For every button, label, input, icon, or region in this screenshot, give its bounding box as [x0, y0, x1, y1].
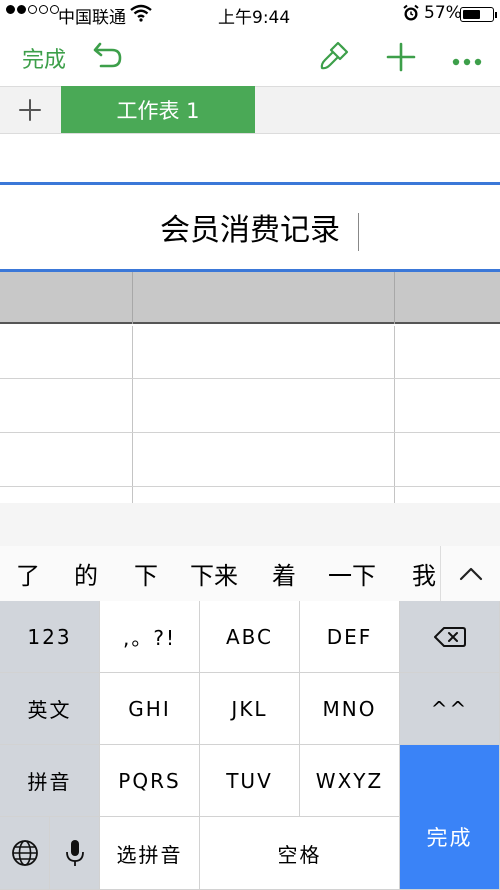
candidate-word[interactable]: 的 — [74, 546, 98, 601]
key-mno[interactable]: MNO — [300, 673, 400, 745]
space-key[interactable]: 空格 — [200, 817, 400, 890]
more-icon[interactable] — [452, 52, 482, 71]
row-divider — [0, 378, 500, 379]
battery-percent: 57% — [424, 3, 462, 23]
status-bar: 中国联通 上午9:44 57% — [0, 0, 500, 28]
key-jkl[interactable]: JKL — [200, 673, 300, 745]
table-header-row[interactable] — [0, 272, 500, 324]
candidate-word[interactable]: 了 — [16, 546, 40, 601]
candidate-word[interactable]: 我 — [412, 546, 436, 601]
microphone-key[interactable] — [50, 817, 100, 890]
column-divider — [132, 326, 133, 503]
chevron-up-icon[interactable] — [440, 546, 500, 601]
done-button[interactable]: 完成 — [22, 42, 66, 74]
backspace-icon — [433, 626, 466, 647]
row-divider — [0, 432, 500, 433]
title-cell[interactable]: 会员消费记录 — [0, 185, 500, 269]
plus-icon[interactable] — [386, 42, 416, 76]
text-caret — [358, 213, 359, 251]
key-select-pinyin[interactable]: 选拼音 — [100, 817, 200, 890]
wifi-icon — [130, 4, 152, 27]
key-ghi[interactable]: GHI — [100, 673, 200, 745]
clock-time: 上午9:44 — [218, 8, 291, 28]
paintbrush-icon[interactable] — [318, 40, 350, 76]
row-divider — [0, 486, 500, 487]
key-wxyz[interactable]: WXYZ — [300, 745, 400, 817]
key-tuv[interactable]: TUV — [200, 745, 300, 817]
key-123[interactable]: 123 — [0, 601, 100, 673]
battery-icon — [460, 7, 497, 22]
key-abc[interactable]: ABC — [200, 601, 300, 673]
key-english[interactable]: 英文 — [0, 673, 100, 745]
key-punctuation[interactable]: ,。?! — [100, 601, 200, 673]
globe-key[interactable] — [0, 817, 50, 890]
alarm-icon — [402, 4, 420, 27]
key-emoticon[interactable]: ^^ — [400, 673, 500, 745]
keyboard-done-button[interactable]: 完成 — [400, 745, 500, 890]
signal-icon — [6, 5, 59, 14]
table-body[interactable] — [0, 326, 500, 503]
microphone-icon — [65, 840, 84, 866]
tab-sheet-1[interactable]: 工作表 1 — [61, 86, 255, 133]
header-divider — [394, 272, 395, 324]
candidate-word[interactable]: 着 — [272, 546, 296, 601]
keyboard-accessory-bar — [0, 503, 500, 546]
key-pinyin[interactable]: 拼音 — [0, 745, 100, 817]
column-divider — [394, 326, 395, 503]
candidate-bar: 了 的 下 下来 着 一下 我 — [0, 546, 440, 601]
candidate-word[interactable]: 下 — [134, 546, 158, 601]
keyboard: 123 ,。?! ABC DEF 英文 GHI JKL MNO ^^ 拼音 PQ… — [0, 601, 500, 890]
add-sheet-button[interactable] — [0, 86, 60, 134]
carrier-label: 中国联通 — [58, 8, 126, 28]
candidate-word[interactable]: 一下 — [328, 546, 376, 601]
key-pqrs[interactable]: PQRS — [100, 745, 200, 817]
undo-icon[interactable] — [92, 40, 124, 74]
globe-icon — [11, 840, 38, 866]
delete-key[interactable] — [400, 601, 500, 673]
key-def[interactable]: DEF — [300, 601, 400, 673]
candidate-word[interactable]: 下来 — [190, 546, 238, 601]
header-divider — [132, 272, 133, 324]
